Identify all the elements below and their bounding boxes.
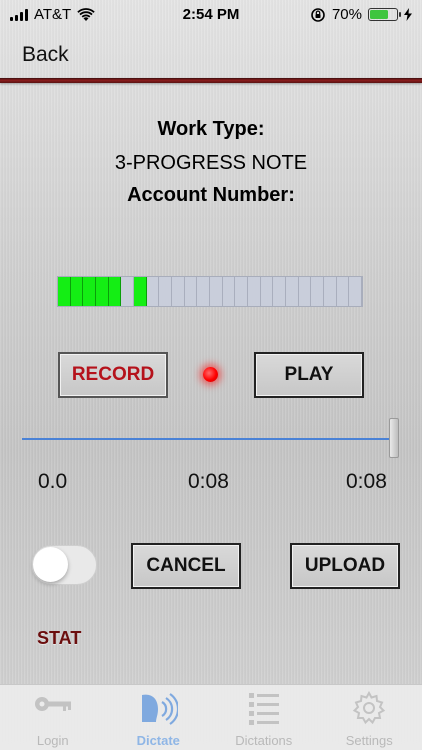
- play-button[interactable]: PLAY: [254, 352, 364, 398]
- meter-segment: [121, 277, 135, 306]
- battery-icon: [368, 8, 401, 21]
- work-type-label: Work Type:: [157, 118, 265, 140]
- meter-segment: [223, 277, 236, 306]
- meter-segment: [58, 277, 71, 306]
- status-right: 70%: [310, 6, 412, 23]
- battery-fill: [370, 10, 388, 19]
- meter-segment: [172, 277, 185, 306]
- meter-segment: [147, 277, 160, 306]
- meter-segment: [248, 277, 261, 306]
- end-time: 0:08: [346, 470, 387, 493]
- meter-segment: [286, 277, 299, 306]
- stat-toggle-knob: [33, 547, 68, 582]
- battery-percent: 70%: [331, 6, 362, 23]
- orientation-lock-icon: [311, 7, 325, 22]
- tab-bar: Login Dictate Dictations Settings: [0, 684, 422, 750]
- meter-segment: [337, 277, 350, 306]
- meter-segment: [324, 277, 337, 306]
- voice-icon: [142, 693, 179, 725]
- charging-bolt-icon: [404, 8, 412, 21]
- meter-segment: [159, 277, 173, 306]
- meter-segment: [299, 277, 312, 306]
- tab-login-label: Login: [36, 733, 69, 748]
- meter-segment: [185, 277, 198, 306]
- work-type-value: 3-PROGRESS NOTE: [114, 152, 308, 174]
- gear-icon: [353, 691, 386, 725]
- record-button[interactable]: RECORD: [58, 352, 168, 398]
- meter-segment: [273, 277, 287, 306]
- status-bar: AT&T 2:54 PM 70%: [0, 0, 422, 30]
- meter-segment: [235, 277, 249, 306]
- meter-segment: [349, 277, 363, 306]
- start-time: 0.0: [38, 470, 68, 493]
- stat-toggle[interactable]: [31, 545, 97, 585]
- meter-segment: [311, 277, 325, 306]
- current-time: 0:08: [188, 470, 229, 493]
- meter-segment: [83, 277, 97, 306]
- meter-segment: [108, 277, 122, 306]
- tab-dictations[interactable]: Dictations: [211, 685, 317, 750]
- playback-slider-track[interactable]: [22, 438, 394, 440]
- meter-segment: [96, 277, 109, 306]
- account-number-label: Account Number:: [127, 184, 295, 206]
- key-icon: [34, 697, 71, 711]
- cancel-button[interactable]: CANCEL: [131, 543, 241, 589]
- tab-dictate-label: Dictate: [136, 733, 180, 748]
- tab-settings[interactable]: Settings: [317, 685, 422, 750]
- meter-segment: [261, 277, 274, 306]
- tab-settings-label: Settings: [345, 733, 393, 748]
- back-button[interactable]: Back: [22, 43, 69, 67]
- playback-slider-thumb[interactable]: [389, 418, 399, 458]
- dictate-screen: AT&T 2:54 PM 70% Back Work Type: 3-PROGR…: [0, 0, 422, 750]
- nav-bar: Back: [0, 30, 422, 80]
- tab-login[interactable]: Login: [0, 685, 106, 750]
- meter-segment: [134, 277, 147, 306]
- recording-indicator-icon: [203, 367, 218, 382]
- nav-divider: [0, 78, 422, 83]
- tab-dictate[interactable]: Dictate: [106, 685, 212, 750]
- list-icon: [248, 693, 279, 725]
- upload-button[interactable]: UPLOAD: [290, 543, 400, 589]
- tab-dictations-label: Dictations: [235, 733, 293, 748]
- meter-segment: [210, 277, 223, 306]
- meter-segment: [197, 277, 211, 306]
- audio-level-meter: [57, 276, 363, 307]
- meter-segment: [70, 277, 84, 306]
- stat-label: STAT: [37, 628, 82, 648]
